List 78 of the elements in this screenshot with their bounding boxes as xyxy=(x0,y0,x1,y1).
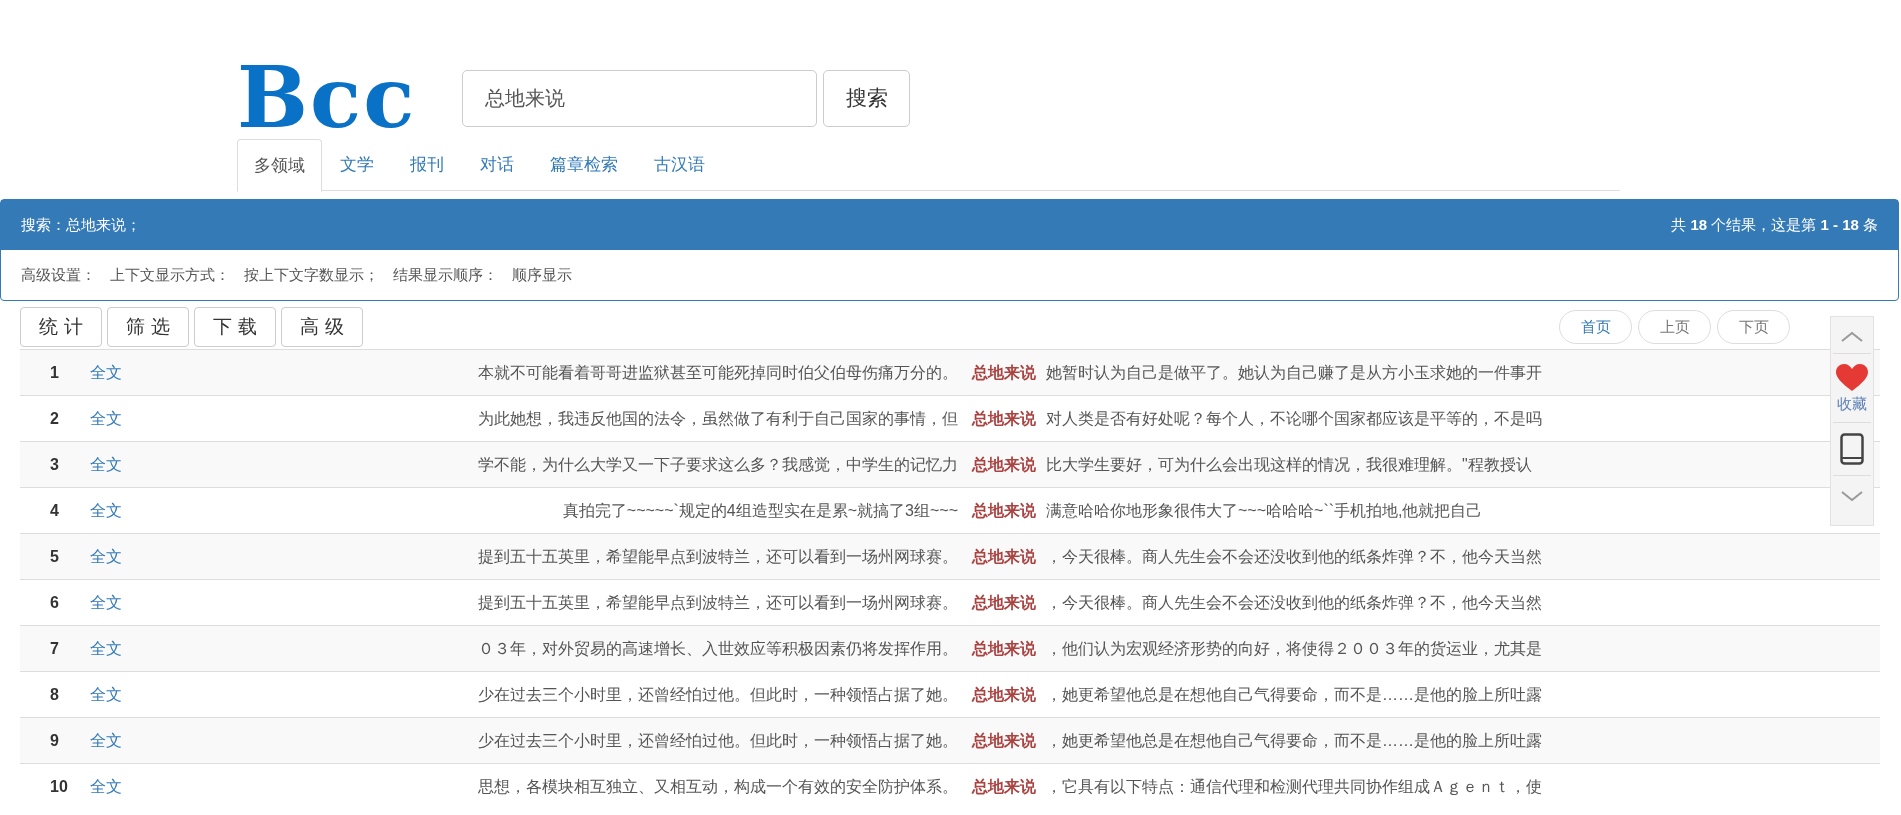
heart-icon[interactable] xyxy=(1836,364,1868,392)
search-button[interactable]: 搜索 xyxy=(823,69,910,127)
settings-text: 高级设置： xyxy=(21,264,96,285)
keyword-text: 总地来说 xyxy=(972,408,1036,429)
context-text: 本就不可能看着哥哥进监狱甚至可能死掉同时伯父伯母伤痛万分的。 xyxy=(478,362,958,383)
row-number: 1 xyxy=(49,362,60,383)
page-button[interactable]: 首页 xyxy=(1559,310,1632,344)
search-field[interactable]: 总地来说 xyxy=(462,69,817,127)
row-number: 10 xyxy=(49,776,69,797)
keyword-text: 总地来说 xyxy=(972,638,1036,659)
page-button[interactable]: 下页 xyxy=(1717,310,1790,344)
full-text-link[interactable]: 全文 xyxy=(90,452,140,477)
keyword-text: 总地来说 xyxy=(972,730,1036,751)
context-text: 她暂时认为自己是做平了。她认为自己赚了是从方小玉求她的一件事开 xyxy=(1046,362,1542,383)
tool-button[interactable]: 筛选 xyxy=(107,307,189,347)
context-text: 学不能，为什么大学又一下子要求这么多？我感觉，中学生的记忆力 xyxy=(478,454,958,475)
tool-button[interactable]: 下载 xyxy=(194,307,276,347)
context-text: 比大学生要好，可为什么会出现这样的情况，我很难理解。"程教授认 xyxy=(1046,454,1532,475)
tab[interactable]: 古汉语 xyxy=(636,139,723,191)
full-text-link[interactable]: 全文 xyxy=(90,544,140,569)
context-text: ，他们认为宏观经济形势的向好，将使得２００３年的货运业，尤其是 xyxy=(1046,638,1542,659)
keyword-text: 总地来说 xyxy=(972,592,1036,613)
full-text-link[interactable]: 全文 xyxy=(90,360,140,385)
settings-text: 按上下文字数显示； xyxy=(244,264,379,285)
full-text-link[interactable]: 全文 xyxy=(90,774,140,799)
context-text: 满意哈哈你地形象很伟大了~~~哈哈哈~``手机拍地,他就把自己 xyxy=(1046,500,1483,521)
context-text: 真拍完了~~~~~`规定的4组造型实在是累~就搞了3组~~~ xyxy=(562,500,958,521)
chevron-down-icon[interactable] xyxy=(1840,490,1864,502)
chevron-up-icon[interactable] xyxy=(1840,331,1864,343)
context-text: 思想，各模块相互独立、又相互动，构成一个有效的安全防护体系。 xyxy=(478,776,958,797)
context-text: 少在过去三个小时里，还曾经怕过他。但此时，一种领悟占据了她。 xyxy=(478,684,958,705)
settings-text: 上下文显示方式： xyxy=(110,264,230,285)
context-text: 为此她想，我违反他国的法令，虽然做了有利于自己国家的事情，但 xyxy=(478,408,958,429)
context-text: 提到五十五英里，希望能早点到波特兰，还可以看到一场州网球赛。 xyxy=(478,592,958,613)
settings-text: 顺序显示 xyxy=(512,264,572,285)
context-text: ，她更希望他总是在想他自己气得要命，而不是……是他的脸上所吐露 xyxy=(1046,730,1542,751)
search-query: 搜索：总地来说； xyxy=(21,214,141,235)
tab[interactable]: 报刊 xyxy=(392,139,462,191)
context-text: 少在过去三个小时里，还曾经怕过他。但此时，一种领悟占据了她。 xyxy=(478,730,958,751)
row-number: 8 xyxy=(49,684,60,705)
context-text: ，她更希望他总是在想他自己气得要命，而不是……是他的脸上所吐露 xyxy=(1046,684,1542,705)
tablet-icon[interactable] xyxy=(1840,433,1864,465)
row-number: 5 xyxy=(49,546,60,567)
tab[interactable]: 多领域 xyxy=(237,139,322,192)
keyword-text: 总地来说 xyxy=(972,684,1036,705)
full-text-link[interactable]: 全文 xyxy=(90,636,140,661)
full-text-link[interactable]: 全文 xyxy=(90,406,140,431)
full-text-link[interactable]: 全文 xyxy=(90,682,140,707)
settings-text: 结果显示顺序： xyxy=(393,264,498,285)
row-number: 3 xyxy=(49,454,60,475)
context-text: 对人类是否有好处呢？每个人，不论哪个国家都应该是平等的，不是吗 xyxy=(1046,408,1542,429)
keyword-text: 总地来说 xyxy=(972,500,1036,521)
context-text: ，今天很棒。商人先生会不会还没收到他的纸条炸弹？不，他今天当然 xyxy=(1046,546,1542,567)
row-number: 9 xyxy=(49,730,60,751)
row-number: 4 xyxy=(49,500,60,521)
tab[interactable]: 对话 xyxy=(462,139,532,191)
keyword-text: 总地来说 xyxy=(972,776,1036,797)
tool-button[interactable]: 统计 xyxy=(20,307,102,347)
context-text: ０３年，对外贸易的高速增长、入世效应等积极因素仍将发挥作用。 xyxy=(478,638,958,659)
page-button[interactable]: 上页 xyxy=(1638,310,1711,344)
row-number: 2 xyxy=(49,408,60,429)
favorite-label[interactable]: 收藏 xyxy=(1837,394,1867,414)
row-number: 6 xyxy=(49,592,60,613)
tab[interactable]: 文学 xyxy=(322,139,392,191)
keyword-text: 总地来说 xyxy=(972,454,1036,475)
row-number: 7 xyxy=(49,638,60,659)
tab[interactable]: 篇章检索 xyxy=(532,139,636,191)
tool-button[interactable]: 高级 xyxy=(281,307,363,347)
context-text: 提到五十五英里，希望能早点到波特兰，还可以看到一场州网球赛。 xyxy=(478,546,958,567)
result-count: 共 18 个结果，这是第 1 - 18 条 xyxy=(1671,214,1878,235)
context-text: ，今天很棒。商人先生会不会还没收到他的纸条炸弹？不，他今天当然 xyxy=(1046,592,1542,613)
logo: Bcc xyxy=(237,62,418,134)
context-text: ，它具有以下特点：通信代理和检测代理共同协作组成Ａｇｅｎｔ，使 xyxy=(1046,776,1542,797)
full-text-link[interactable]: 全文 xyxy=(90,498,140,523)
full-text-link[interactable]: 全文 xyxy=(90,728,140,753)
keyword-text: 总地来说 xyxy=(972,362,1036,383)
keyword-text: 总地来说 xyxy=(972,546,1036,567)
full-text-link[interactable]: 全文 xyxy=(90,590,140,615)
